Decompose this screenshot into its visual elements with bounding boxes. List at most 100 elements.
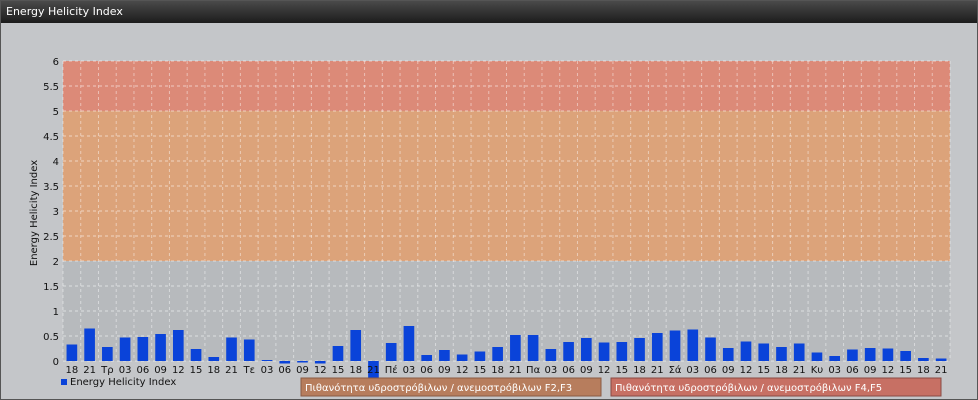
bar: [208, 357, 220, 361]
bar: [172, 330, 184, 361]
bar: [900, 351, 911, 361]
bar: [297, 361, 308, 363]
bar: [155, 334, 166, 361]
x-tick-label: 18: [207, 365, 220, 376]
bar: [456, 354, 468, 361]
bar: [864, 348, 876, 361]
x-tick-label: 12: [740, 365, 753, 376]
x-tick-label: 06: [846, 365, 859, 376]
bar: [882, 348, 894, 361]
bar: [439, 350, 450, 361]
y-tick-label: 0: [53, 357, 59, 368]
x-tick-label: Πα: [526, 365, 541, 376]
x-tick-label: 18: [491, 365, 504, 376]
bar: [563, 342, 574, 361]
bar: [119, 337, 131, 361]
bar: [243, 339, 255, 361]
legend: Energy Helicity Index: [61, 377, 176, 388]
x-tick-label: 12: [882, 365, 895, 376]
x-tick-label: 15: [615, 365, 628, 376]
x-tick-label: 18: [775, 365, 788, 376]
y-tick-label: 4: [53, 157, 59, 168]
y-tick-label: 6: [53, 57, 59, 68]
x-tick-label: 15: [332, 365, 345, 376]
x-tick-label: Πέ: [385, 364, 398, 376]
x-tick-label: 06: [562, 365, 575, 376]
bar: [687, 329, 699, 361]
bar: [492, 347, 503, 361]
x-tick-label: 09: [154, 365, 167, 376]
x-tick-label: 21: [509, 365, 522, 376]
window-title: Energy Helicity Index: [1, 1, 977, 23]
legend-swatch: [61, 379, 67, 385]
x-tick-label: 03: [544, 365, 557, 376]
bar: [527, 335, 539, 361]
y-tick-label: 3.5: [43, 182, 59, 193]
x-tick-label: 21: [225, 365, 238, 376]
x-tick-label: 12: [314, 365, 327, 376]
x-tick-label: 06: [420, 365, 433, 376]
x-tick-label: 12: [598, 365, 611, 376]
x-tick-label: 15: [757, 365, 770, 376]
chart-window: Energy Helicity Index 0 0.5 1 1.5 2 2.5 3 3.5 4 4…: [0, 0, 978, 400]
band-note-f2f3: Πιθανότητα υδροστρόβιλων / ανεμοστρόβιλω…: [305, 382, 572, 394]
x-tick-label: 12: [456, 365, 469, 376]
x-tick-label: Σά: [669, 364, 682, 376]
bar: [758, 343, 770, 361]
bar: [740, 341, 752, 361]
bar: [616, 342, 628, 361]
bar: [102, 347, 113, 361]
x-tick-label: 15: [474, 365, 487, 376]
legend-label: Energy Helicity Index: [70, 377, 176, 388]
y-tick-label: 4.5: [43, 132, 59, 143]
x-tick-label: 18: [349, 365, 362, 376]
x-tick-label: 18: [66, 365, 79, 376]
bar: [545, 349, 557, 361]
bar: [261, 360, 273, 361]
y-tick-label: 1.5: [43, 282, 59, 293]
x-tick-label: Τε: [243, 365, 256, 376]
bar: [421, 355, 432, 361]
y-tick-label: 5: [53, 107, 59, 118]
x-tick-label: 15: [899, 365, 912, 376]
bar: [847, 349, 858, 361]
bar: [669, 330, 681, 361]
bar: [403, 326, 415, 361]
x-tick-label: 06: [136, 365, 149, 376]
x-tick-label: Κυ: [811, 365, 824, 376]
y-tick-label: 0.5: [43, 332, 59, 343]
bar: [651, 333, 663, 361]
bar: [793, 343, 805, 361]
bar: [598, 342, 610, 361]
x-tick-label: 18: [633, 365, 646, 376]
x-tick-label: 18: [917, 365, 930, 376]
x-tick-label: 15: [190, 365, 203, 376]
x-tick-label: 09: [722, 365, 735, 376]
x-tick-label: 03: [686, 365, 699, 376]
y-tick-label: 3: [53, 207, 59, 218]
x-tick-label: 21: [935, 365, 948, 376]
y-axis-title: Energy Helicity Index: [29, 160, 40, 266]
energy-helicity-chart: 0 0.5 1 1.5 2 2.5 3 3.5 4 4.5 5 5.5 6 18 21 Τρ 03 06 09 12…: [29, 57, 951, 397]
bar: [581, 338, 592, 361]
x-tick-label: 09: [864, 365, 877, 376]
y-tick-label: 1: [53, 307, 59, 318]
bar: [705, 337, 716, 361]
x-tick-label: 03: [828, 365, 841, 376]
bar: [190, 349, 202, 361]
x-tick-label: 21: [367, 365, 380, 376]
x-tick-label: 21: [793, 365, 806, 376]
x-tick-label: 03: [403, 365, 416, 376]
x-tick-label: 09: [438, 365, 451, 376]
bar: [776, 347, 787, 361]
band-note-f4f5: Πιθανότητα υδροστρόβιλων / ανεμοστρόβιλω…: [615, 382, 882, 394]
x-tick-label: 03: [261, 365, 274, 376]
bar: [474, 351, 486, 361]
x-tick-label: 03: [119, 365, 132, 376]
bar: [918, 358, 929, 361]
y-tick-label: 2: [53, 257, 59, 268]
bar: [332, 346, 344, 361]
x-tick-label: 21: [83, 365, 96, 376]
bar: [350, 330, 362, 361]
bar: [634, 338, 645, 361]
